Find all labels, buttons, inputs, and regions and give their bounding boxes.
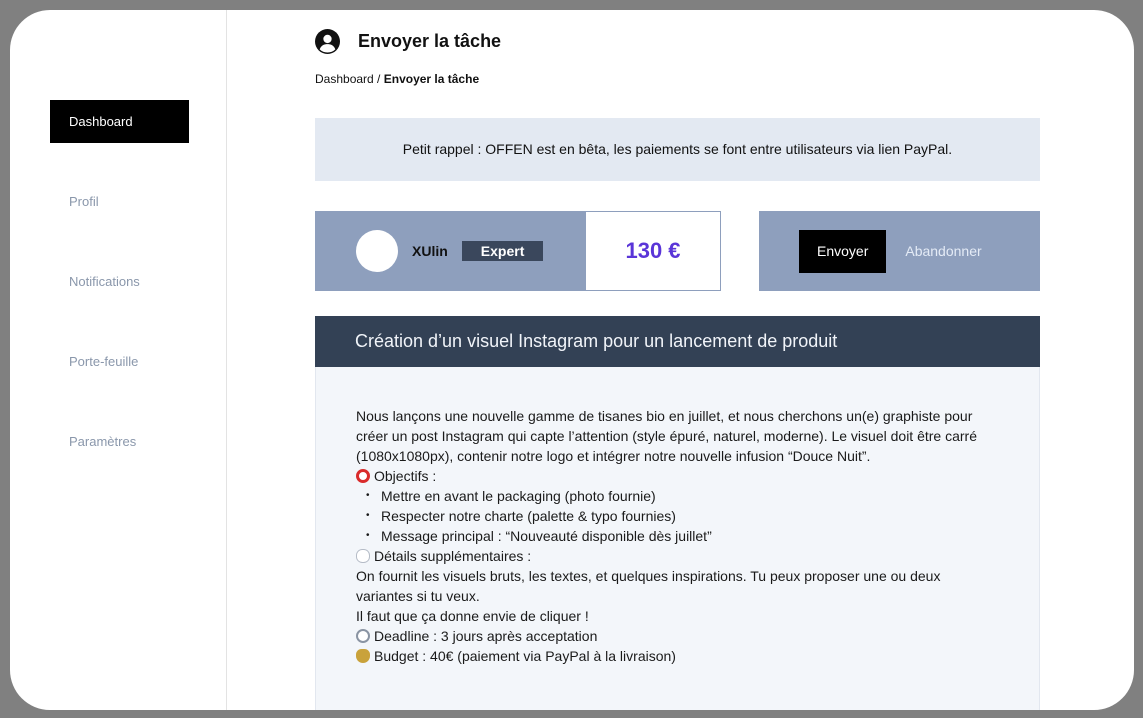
details-heading-row: Détails supplémentaires : [356,546,999,566]
objectives-heading-row: Objectifs : [356,466,999,486]
level-badge: Expert [461,241,544,261]
price-value: 130 € [625,238,681,263]
clock-icon [356,629,370,643]
abandon-button[interactable]: Abandonner [905,243,981,259]
task-description: Nous lançons une nouvelle gamme de tisan… [315,367,1040,710]
details-text: On fournit les visuels bruts, les textes… [356,568,941,604]
budget-text: Budget : 40€ (paiement via PayPal à la l… [374,648,676,664]
objectives-heading: Objectifs : [374,468,437,484]
task-title: Création d’un visuel Instagram pour un l… [315,316,1040,367]
breadcrumb-link-dashboard[interactable]: Dashboard [315,72,374,86]
username: XUlin [412,243,448,259]
app-window: Dashboard Profil Notifications Porte-feu… [10,10,1134,710]
objectives-list: Mettre en avant le packaging (photo four… [356,486,999,546]
list-item: Mettre en avant le packaging (photo four… [356,486,999,506]
action-bar: Envoyer Abandonner [759,211,1040,291]
deadline-text: Deadline : 3 jours après acceptation [374,628,598,644]
speech-bubble-icon [356,549,370,563]
details-heading: Détails supplémentaires : [374,548,532,564]
deadline-row: Deadline : 3 jours après acceptation [356,626,999,646]
user-circle-icon [315,28,340,54]
price-display: 130 € [585,211,721,291]
list-item: Respecter notre charte (palette & typo f… [356,506,999,526]
page-title: Envoyer la tâche [358,30,502,51]
sidebar-item-porte-feuille[interactable]: Porte-feuille [50,340,189,383]
money-bag-icon [356,649,370,663]
sidebar-item-notifications[interactable]: Notifications [50,260,189,303]
sidebar-item-profil[interactable]: Profil [50,180,189,223]
budget-row: Budget : 40€ (paiement via PayPal à la l… [356,646,999,666]
avatar [356,230,398,272]
beta-notice: Petit rappel : OFFEN est en bêta, les pa… [315,118,1040,181]
breadcrumb-separator: / [373,72,384,86]
target-icon [356,469,370,483]
breadcrumb: Dashboard / Envoyer la tâche [315,72,479,86]
freelancer-card: XUlin Expert [315,211,585,291]
sidebar-item-parametres[interactable]: Paramètres [50,420,189,463]
page-header: Envoyer la tâche [315,27,501,55]
breadcrumb-current: Envoyer la tâche [383,72,480,86]
notice-text: Petit rappel : OFFEN est en bêta, les pa… [402,141,953,157]
send-button[interactable]: Envoyer [799,229,887,273]
list-item: Message principal : “Nouveauté disponibl… [356,526,999,546]
task-intro: Nous lançons une nouvelle gamme de tisan… [356,408,977,464]
sidebar-item-dashboard[interactable]: Dashboard [50,100,189,143]
cta-text: Il faut que ça donne envie de cliquer ! [356,608,589,624]
sidebar: Dashboard Profil Notifications Porte-feu… [10,10,227,710]
